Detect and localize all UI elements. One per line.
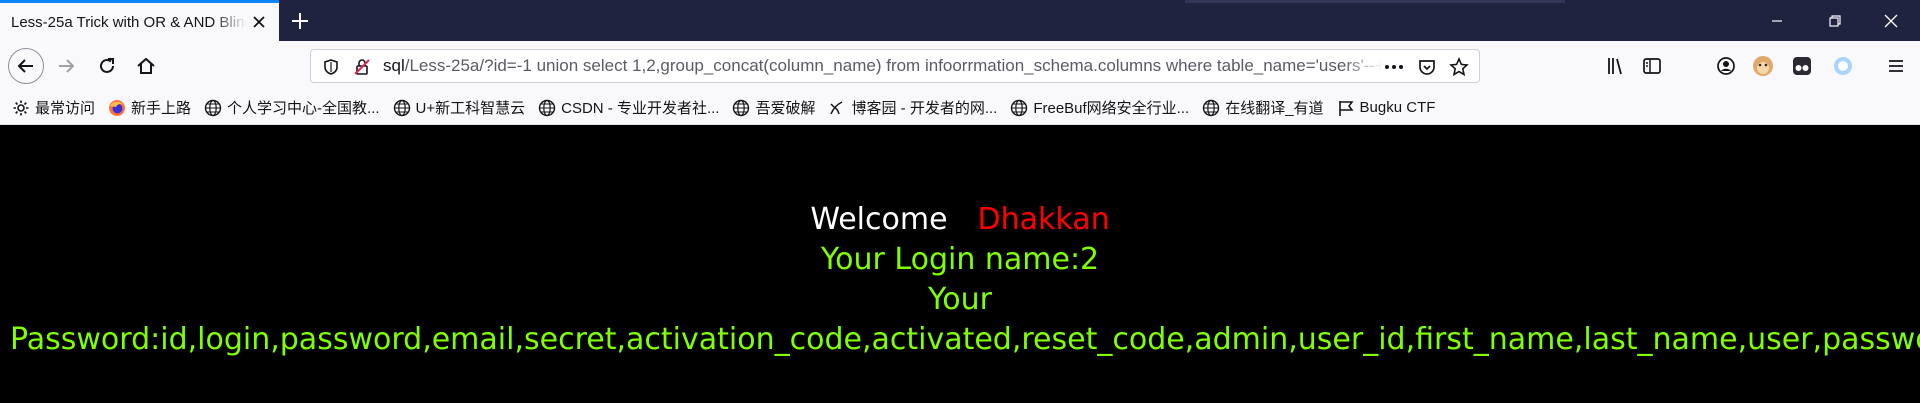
your-line: Your bbox=[927, 282, 993, 317]
bookmark-label: 吾爱破解 bbox=[755, 100, 816, 117]
circle-extension-icon[interactable] bbox=[1832, 55, 1854, 77]
arrow-right-icon bbox=[59, 59, 75, 73]
bookmark-item[interactable]: U+新工科智慧云 bbox=[393, 94, 526, 122]
firefox-icon bbox=[109, 99, 126, 116]
bookmarks-bar: 最常访问 新手上路 个人学习中心-全国教... U+新工科智慧云 CSDN - … bbox=[0, 91, 1920, 125]
monkey-extension-icon[interactable] bbox=[1751, 54, 1775, 78]
tab-strip: Less-25a Trick with OR & AND Blind bbox=[0, 0, 1920, 41]
globe-icon bbox=[733, 99, 750, 116]
bookmark-label: CSDN - 专业开发者社... bbox=[561, 100, 720, 117]
bookmark-item[interactable]: FreeBuf网络安全行业... bbox=[1010, 94, 1189, 122]
back-button[interactable] bbox=[8, 48, 44, 84]
url-text[interactable]: sql/Less-25a/?id=-1 union select 1,2,gro… bbox=[383, 56, 1383, 76]
globe-icon bbox=[538, 99, 556, 116]
welcome-text: Welcome bbox=[810, 202, 948, 237]
title-drag-area[interactable] bbox=[1185, 0, 1565, 3]
tab-active[interactable]: Less-25a Trick with OR & AND Blind bbox=[0, 0, 279, 41]
bookmark-item[interactable]: 个人学习中心-全国教... bbox=[204, 94, 380, 122]
bookmark-item[interactable]: 博客园 - 开发者的网... bbox=[828, 94, 997, 122]
bookmark-item[interactable]: 在线翻译_有道 bbox=[1202, 94, 1324, 122]
menu-icon[interactable] bbox=[1885, 55, 1907, 77]
globe-icon bbox=[204, 99, 222, 116]
insecure-lock-icon[interactable] bbox=[353, 58, 371, 76]
sidebar-icon[interactable] bbox=[1641, 55, 1663, 77]
bookmark-item[interactable]: Bugku CTF bbox=[1337, 94, 1436, 122]
bookmark-label: Bugku CTF bbox=[1359, 99, 1436, 116]
bookmark-item[interactable]: 吾爱破解 bbox=[732, 94, 815, 122]
account-icon[interactable] bbox=[1715, 55, 1737, 77]
bookmark-label: 在线翻译_有道 bbox=[1225, 100, 1324, 117]
tampermonkey-icon[interactable] bbox=[1791, 55, 1813, 77]
bookmark-label: 新手上路 bbox=[131, 100, 192, 117]
minimize-icon[interactable] bbox=[1762, 6, 1792, 36]
globe-icon bbox=[393, 99, 410, 116]
url-host: sql bbox=[383, 56, 405, 75]
globe-icon bbox=[1011, 99, 1028, 116]
tab-title: Less-25a Trick with OR & AND Blind bbox=[11, 13, 247, 31]
home-icon bbox=[137, 57, 155, 74]
username-text: Dhakkan bbox=[977, 202, 1110, 237]
restore-icon[interactable] bbox=[1820, 6, 1850, 36]
url-bar[interactable]: sql/Less-25a/?id=-1 union select 1,2,gro… bbox=[310, 49, 1480, 83]
login-name-line: Your Login name:2 bbox=[820, 242, 1100, 277]
home-button[interactable] bbox=[130, 50, 162, 82]
pocket-icon[interactable] bbox=[1417, 57, 1437, 77]
arrow-left-icon bbox=[17, 59, 33, 73]
globe-icon bbox=[1203, 99, 1220, 116]
bookmark-item[interactable]: 最常访问 bbox=[12, 94, 95, 122]
close-tab-icon[interactable] bbox=[249, 12, 269, 32]
library-icon[interactable] bbox=[1605, 55, 1627, 77]
gear-icon bbox=[13, 100, 29, 115]
cnblogs-icon bbox=[830, 100, 843, 114]
forward-button[interactable] bbox=[50, 50, 82, 82]
bookmark-label: FreeBuf网络安全行业... bbox=[1033, 100, 1190, 117]
welcome-line: Welcome Dhakkan bbox=[0, 200, 1920, 240]
new-tab-icon[interactable] bbox=[286, 7, 314, 35]
page-content: Welcome Dhakkan Your Login name:2 Your Pa… bbox=[0, 126, 1920, 403]
reload-button[interactable] bbox=[91, 50, 123, 82]
bookmark-item[interactable]: CSDN - 专业开发者社... bbox=[538, 94, 719, 122]
page-actions-icon[interactable] bbox=[1382, 58, 1406, 76]
url-path: /Less-25a/?id=-1 union select 1,2,group_… bbox=[404, 56, 1383, 75]
bookmark-star-icon[interactable] bbox=[1449, 57, 1469, 77]
close-window-icon[interactable] bbox=[1876, 6, 1906, 36]
bookmark-label: 博客园 - 开发者的网... bbox=[851, 100, 998, 117]
reload-icon bbox=[100, 58, 114, 73]
flag-icon bbox=[1338, 100, 1354, 116]
bookmark-label: 最常访问 bbox=[35, 100, 96, 117]
password-line: Password:id,login,password,email,secret,… bbox=[10, 322, 1920, 357]
bookmark-item[interactable]: 新手上路 bbox=[108, 94, 191, 122]
bookmark-label: U+新工科智慧云 bbox=[415, 100, 526, 117]
nav-bar: sql/Less-25a/?id=-1 union select 1,2,gro… bbox=[0, 41, 1920, 91]
bookmark-label: 个人学习中心-全国教... bbox=[227, 100, 380, 117]
shield-icon[interactable] bbox=[322, 58, 340, 76]
